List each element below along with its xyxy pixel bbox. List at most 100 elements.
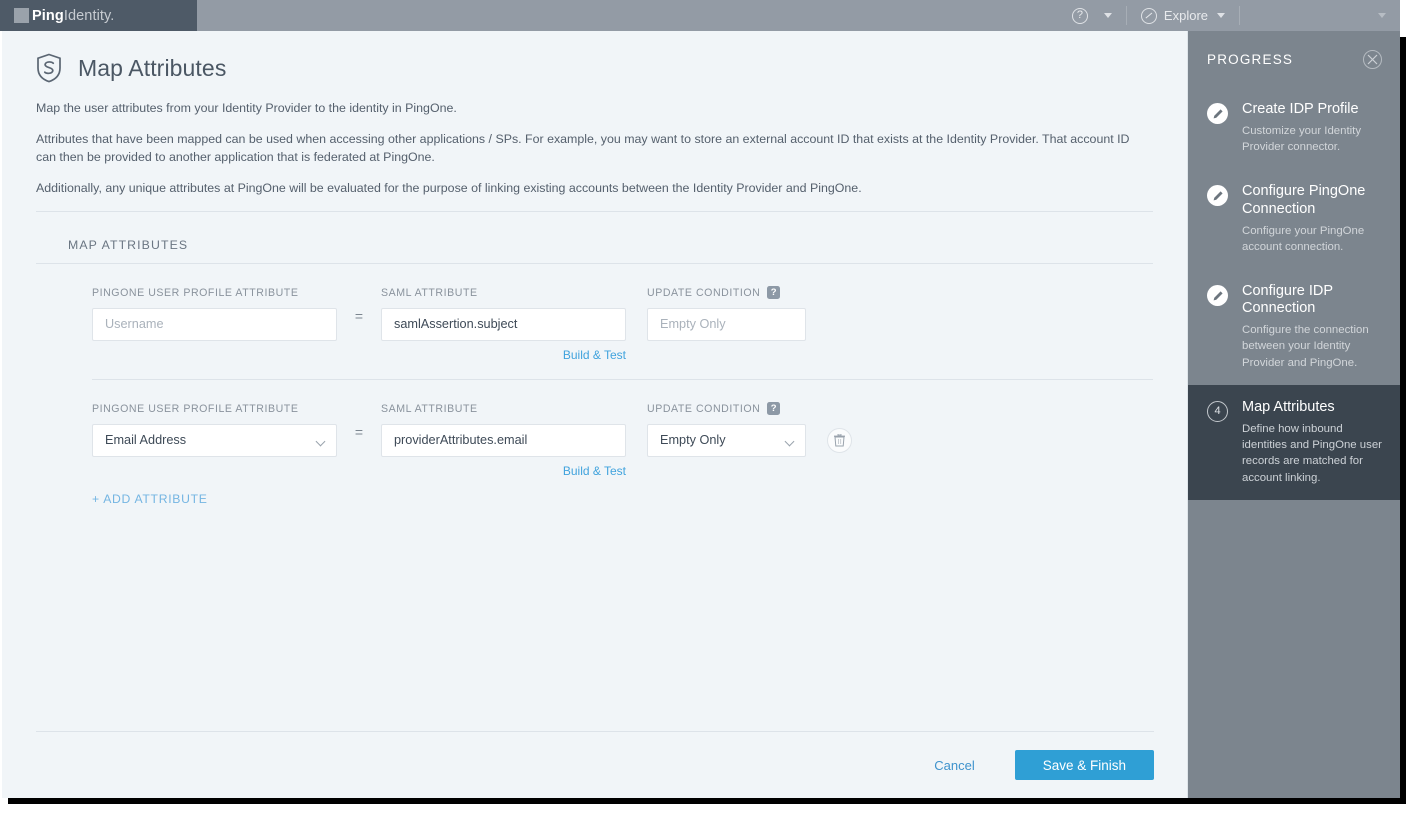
sidebar-item-create-idp-profile[interactable]: Create IDP Profile Customize your Identi… [1188,87,1400,169]
saml-attribute-input[interactable]: providerAttributes.email [381,423,626,457]
main-panel: Map Attributes Map the user attributes f… [2,31,1400,798]
title-row: Map Attributes [36,53,1153,83]
step-description: Configure your PingOne account connectio… [1242,224,1365,253]
pencil-icon [1207,285,1228,307]
saml-attribute-label: SAML ATTRIBUTE [381,402,478,415]
explore-label: Explore [1163,8,1208,23]
update-condition-value: Empty Only [660,317,726,332]
update-condition-select[interactable]: Empty Only [647,423,806,457]
progress-sidebar: PROGRESS Create IDP Profile Customize yo… [1188,31,1400,798]
trash-icon [834,433,845,447]
cancel-button[interactable]: Cancel [934,758,974,773]
intro-paragraph-1: Map the user attributes from your Identi… [36,101,457,115]
step-body: Map Attributes Define how inbound identi… [1242,399,1386,486]
chevron-down-icon [784,436,795,447]
saml-attribute-input[interactable]: samlAssertion.subject [381,307,626,341]
sidebar-item-map-attributes[interactable]: 4 Map Attributes Define how inbound iden… [1188,384,1400,500]
update-condition-input[interactable]: Empty Only [647,307,806,341]
table-row: PINGONE USER PROFILE ATTRIBUTE Email Add… [92,378,1153,478]
help-icon[interactable]: ? [767,402,781,416]
delete-attribute-button[interactable] [827,427,852,453]
brand-wordmark: PingIdentity. [32,8,114,24]
profile-attribute-label: PINGONE USER PROFILE ATTRIBUTE [92,402,299,415]
attribute-rows: PINGONE USER PROFILE ATTRIBUTE Username … [36,264,1153,508]
page-intro: Map the user attributes from your Identi… [36,100,1153,198]
update-condition-label: UPDATE CONDITION ? [647,286,806,300]
brand-logo[interactable]: PingIdentity. [0,0,197,31]
top-navigation-bar: PingIdentity. ? Explore [0,0,1400,31]
profile-attribute-value: Username [105,317,164,332]
progress-header: PROGRESS [1188,31,1400,87]
close-circle-icon[interactable] [1363,49,1382,69]
profile-attribute-field: PINGONE USER PROFILE ATTRIBUTE Username [92,286,337,341]
saml-attribute-value: samlAssertion.subject [394,317,518,332]
brand-identity-text: Identity. [63,7,115,24]
equals-symbol: = [354,423,364,440]
saml-attribute-field: SAML ATTRIBUTE samlAssertion.subject Bui… [381,286,626,362]
brand-square-icon [14,8,29,23]
footer-actions: Cancel Save & Finish [36,732,1154,798]
build-and-test-link[interactable]: Build & Test [381,464,626,478]
intro-paragraph-2: Attributes that have been mapped can be … [36,131,1130,164]
sidebar-item-configure-pingone-connection[interactable]: Configure PingOne Connection Configure y… [1188,169,1400,269]
build-and-test-link[interactable]: Build & Test [381,348,626,362]
pencil-glyph [1213,191,1223,201]
saml-attribute-value: providerAttributes.email [394,433,528,448]
brand-ping-text: Ping [32,7,64,24]
help-menu[interactable]: ? [1058,0,1126,31]
profile-attribute-value: Email Address [105,433,187,448]
account-menu[interactable] [1240,0,1400,31]
update-condition-label-text: UPDATE CONDITION [647,402,761,415]
progress-title: PROGRESS [1207,51,1294,67]
saml-attribute-label: SAML ATTRIBUTE [381,286,478,299]
pencil-icon [1207,185,1228,207]
update-condition-label-text: UPDATE CONDITION [647,286,761,299]
page-title: Map Attributes [78,54,227,81]
add-attribute-link[interactable]: + ADD ATTRIBUTE [92,492,208,506]
intro-paragraph-3: Additionally, any unique attributes at P… [36,180,862,195]
update-condition-label: UPDATE CONDITION ? [647,402,806,416]
step-name: Configure PingOne Connection [1242,183,1366,217]
profile-attribute-label: PINGONE USER PROFILE ATTRIBUTE [92,286,299,299]
help-icon[interactable]: ? [767,286,781,300]
step-description: Configure the connection between your Id… [1242,324,1369,369]
step-description: Define how inbound identities and PingOn… [1242,422,1382,484]
equals-symbol: = [354,307,364,324]
section-title: MAP ATTRIBUTES [36,238,1153,264]
ping-shield-icon [37,53,61,83]
chevron-down-icon [1103,13,1112,18]
footer: Cancel Save & Finish [2,731,1188,798]
content-area: Map Attributes Map the user attributes f… [2,31,1188,798]
profile-attribute-field: PINGONE USER PROFILE ATTRIBUTE Email Add… [92,402,337,457]
step-name: Configure IDP Connection [1242,283,1333,317]
step-body: Create IDP Profile Customize your Identi… [1242,101,1386,155]
update-condition-field: UPDATE CONDITION ? Empty Only [647,286,806,341]
page-header: Map Attributes Map the user attributes f… [2,31,1187,198]
profile-attribute-select[interactable]: Email Address [92,423,337,457]
chevron-down-icon [315,436,326,447]
profile-attribute-input[interactable]: Username [92,307,337,341]
compass-icon [1140,7,1157,24]
chevron-down-icon [1378,13,1386,18]
step-number-badge: 4 [1207,400,1228,422]
question-circle-icon: ? [1071,7,1088,24]
saml-attribute-field: SAML ATTRIBUTE providerAttributes.email … [381,402,626,478]
step-description: Customize your Identity Provider connect… [1242,125,1362,154]
pencil-icon [1207,103,1228,124]
save-and-finish-button[interactable]: Save & Finish [1014,750,1154,780]
pencil-glyph [1213,108,1223,118]
step-name: Create IDP Profile [1242,101,1359,117]
update-condition-field: UPDATE CONDITION ? Empty Only [647,402,806,457]
chevron-down-icon [1217,13,1225,18]
sidebar-item-configure-idp-connection[interactable]: Configure IDP Connection Configure the c… [1188,269,1400,385]
pencil-glyph [1213,290,1223,300]
table-row: PINGONE USER PROFILE ATTRIBUTE Username … [92,264,1153,362]
explore-menu[interactable]: Explore [1127,0,1239,31]
step-body: Configure PingOne Connection Configure y… [1242,183,1386,255]
app-window: PingIdentity. ? Explore Map Attributes M… [0,0,1414,816]
map-attributes-section: MAP ATTRIBUTES PINGONE USER PROFILE ATTR… [2,212,1187,508]
step-body: Configure IDP Connection Configure the c… [1242,283,1386,371]
close-icon [1367,54,1378,64]
step-name: Map Attributes [1242,398,1335,415]
